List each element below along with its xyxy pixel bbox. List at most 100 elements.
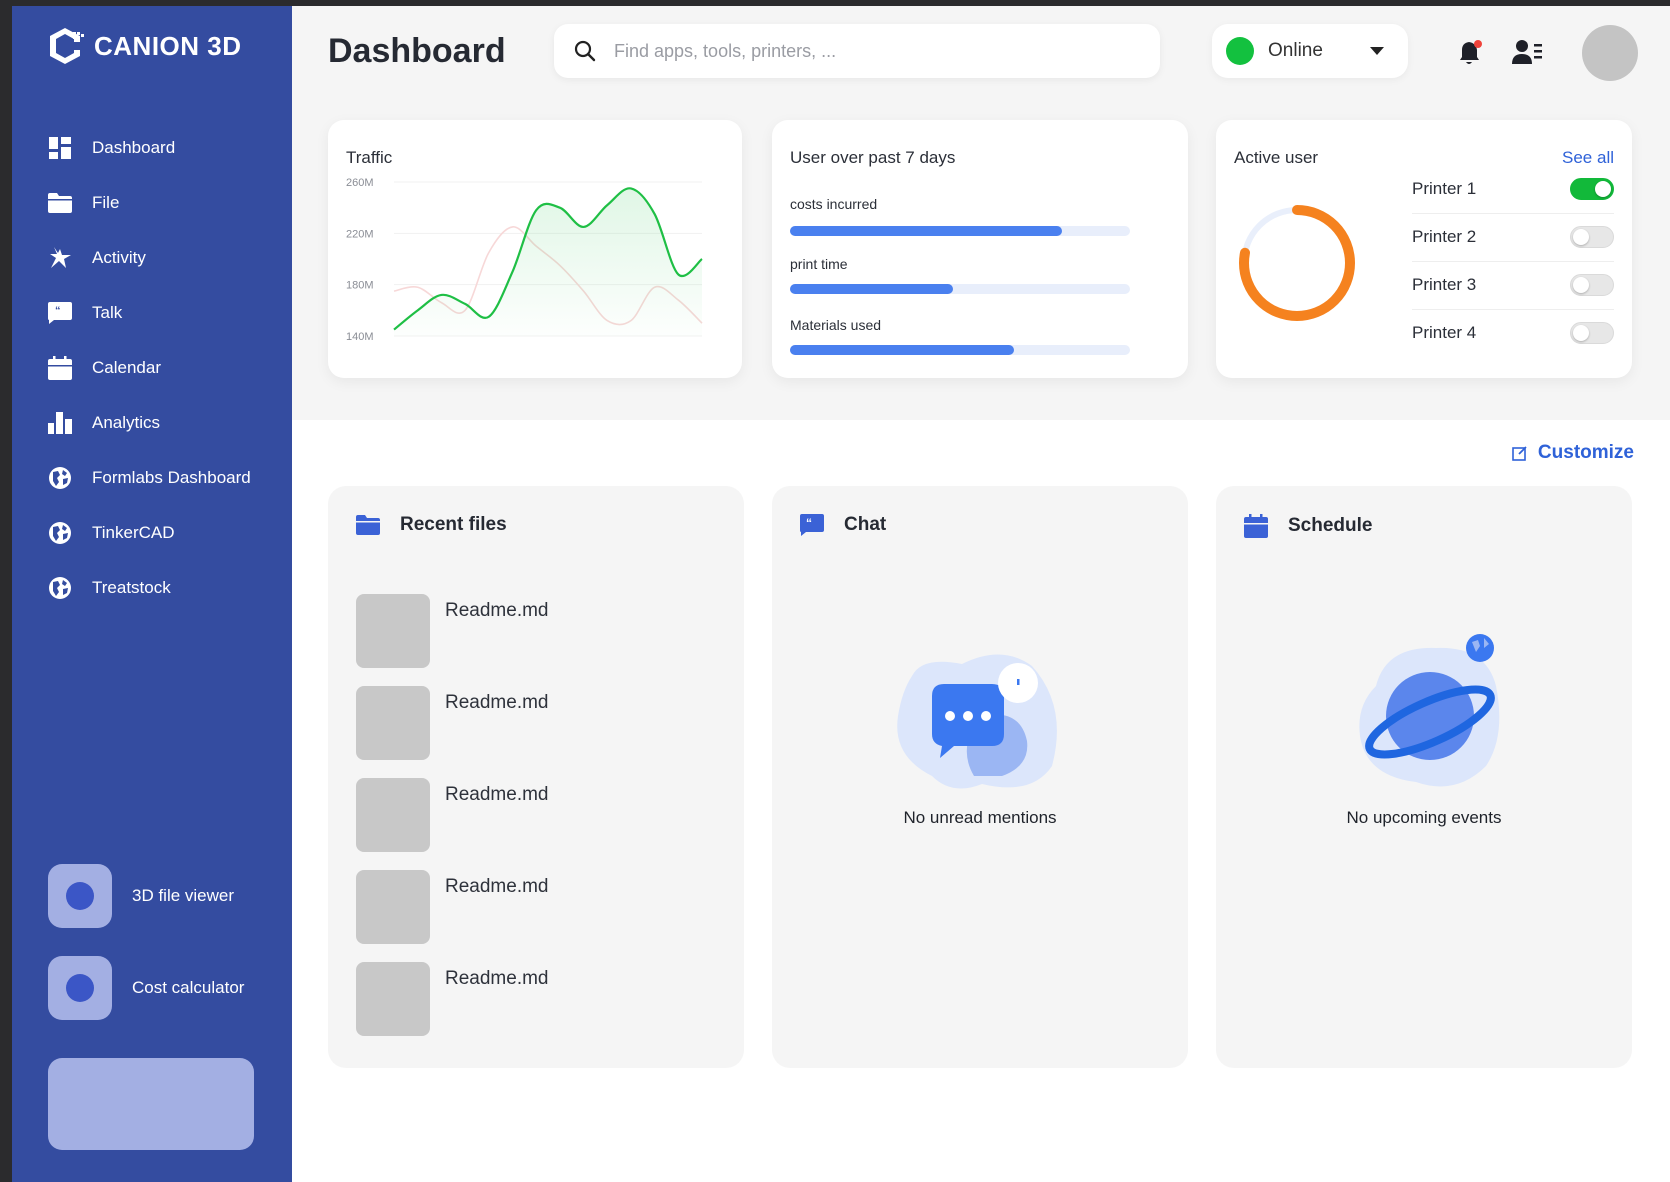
chat-title: Chat <box>844 514 887 535</box>
file-row[interactable]: Readme.md <box>356 870 716 944</box>
sidebar-item-label: Calendar <box>92 357 161 377</box>
file-name: Readme.md <box>445 876 549 897</box>
file-name: Readme.md <box>445 968 549 989</box>
progress-fill-costs <box>790 226 1062 236</box>
user-avatar[interactable] <box>1582 25 1638 81</box>
progress-track-print-time <box>790 284 1130 294</box>
y-tick-label: 220M <box>346 228 374 240</box>
printer-2-toggle[interactable] <box>1570 225 1614 248</box>
tool-dot-icon <box>66 974 94 1002</box>
y-tick-label: 260M <box>346 177 374 189</box>
sidebar-item-label: TinkerCAD <box>92 522 175 542</box>
globe-icon <box>48 576 72 600</box>
toggle-knob <box>1595 180 1611 197</box>
tool-cost-calculator[interactable]: Cost calculator <box>48 956 244 1020</box>
notification-bell-icon[interactable] <box>1456 38 1484 68</box>
file-thumbnail <box>356 962 430 1036</box>
schedule-panel: Schedule No upcoming events <box>1216 486 1632 1068</box>
printer-row-4: Printer 4 <box>1412 308 1614 358</box>
sidebar-nav: Dashboard File Activity “ Talk Calendar … <box>48 120 288 615</box>
customize-label: Customize <box>1537 442 1634 463</box>
active-user-title: Active user <box>1234 148 1319 167</box>
chat-quote-icon: “ <box>800 514 824 536</box>
printer-3-toggle[interactable] <box>1570 273 1614 296</box>
sidebar: CANION 3D Dashboard File Activity “ Talk… <box>12 6 292 1182</box>
recent-files-header: Recent files <box>356 514 507 536</box>
calendar-icon <box>48 355 72 380</box>
sidebar-item-calendar[interactable]: Calendar <box>48 340 288 395</box>
search-input[interactable] <box>614 40 1134 62</box>
schedule-title: Schedule <box>1288 515 1373 536</box>
globe-icon <box>48 466 72 490</box>
app-frame: CANION 3D Dashboard File Activity “ Talk… <box>12 6 1670 1182</box>
customize-button[interactable]: Customize <box>1512 442 1634 464</box>
sidebar-item-tinkercad[interactable]: TinkerCAD <box>48 505 288 560</box>
brand-logo[interactable]: CANION 3D <box>46 26 242 66</box>
recent-files-panel: Recent files Readme.md Readme.md Readme.… <box>328 486 744 1068</box>
active-user-card: Active user See all Printer 1 Printer 2 … <box>1216 120 1632 378</box>
schedule-header: Schedule <box>1244 514 1372 538</box>
file-row[interactable]: Readme.md <box>356 778 716 852</box>
y-tick-label: 180M <box>346 280 374 292</box>
page-title: Dashboard <box>328 32 506 70</box>
bar-label-costs: costs incurred <box>790 196 878 212</box>
printer-row-1: Printer 1 <box>1412 164 1614 214</box>
schedule-empty-text: No upcoming events <box>1346 808 1502 827</box>
printer-1-toggle[interactable] <box>1570 177 1614 200</box>
status-dropdown[interactable]: Online <box>1212 24 1408 78</box>
dashboard-grid-icon <box>48 136 72 160</box>
progress-fill-materials <box>790 345 1015 355</box>
chat-header: “ Chat <box>800 514 886 536</box>
sidebar-item-formlabs-dashboard[interactable]: Formlabs Dashboard <box>48 450 288 505</box>
traffic-chart: 260M 220M 180M 140M <box>346 177 703 343</box>
file-row[interactable]: Readme.md <box>356 962 716 1036</box>
search-icon <box>574 40 596 62</box>
y-tick-label: 140M <box>346 331 374 343</box>
sidebar-promo-card[interactable] <box>48 1058 254 1150</box>
printer-label: Printer 4 <box>1412 323 1477 342</box>
sidebar-item-dashboard[interactable]: Dashboard <box>48 120 288 175</box>
sidebar-item-talk[interactable]: “ Talk <box>48 285 288 340</box>
chat-panel: “ Chat No unread mentions <box>772 486 1188 1068</box>
sidebar-item-file[interactable]: File <box>48 175 288 230</box>
bar-label-print-time: print time <box>790 256 848 272</box>
sidebar-item-label: Analytics <box>92 412 161 432</box>
tool-label: Cost calculator <box>132 978 245 997</box>
chat-empty-illustration <box>897 654 1057 789</box>
status-label: Online <box>1268 40 1323 61</box>
printer-row-3: Printer 3 <box>1412 260 1614 310</box>
bar-label-materials: Materials used <box>790 317 882 333</box>
file-thumbnail <box>356 686 430 760</box>
top-section: Dashboard Online <box>292 6 1670 420</box>
caret-down-icon <box>1370 47 1384 55</box>
file-row[interactable]: Readme.md <box>356 686 716 760</box>
bar-chart-icon <box>48 411 72 435</box>
svg-text:“: “ <box>806 516 812 530</box>
toggle-knob <box>1573 325 1589 341</box>
toggle-knob <box>1573 276 1589 293</box>
traffic-card: Traffic 260M 220M 180M 140M <box>328 120 742 378</box>
chat-empty-text: No unread mentions <box>903 808 1057 827</box>
file-thumbnail <box>356 778 430 852</box>
app-window: CANION 3D Dashboard File Activity “ Talk… <box>0 0 1670 1182</box>
progress-track-materials <box>790 345 1130 355</box>
folder-icon <box>356 515 380 535</box>
star-burst-icon <box>48 246 72 270</box>
sidebar-item-label: File <box>92 192 120 212</box>
progress-fill-print-time <box>790 284 954 294</box>
edit-square-icon <box>1512 446 1527 461</box>
tool-dot-icon <box>66 882 94 910</box>
search-bar[interactable] <box>554 24 1160 78</box>
tool-3d-file-viewer[interactable]: 3D file viewer <box>48 864 234 928</box>
chat-quote-icon: “ <box>48 301 72 325</box>
toggle-knob <box>1573 228 1589 245</box>
file-name: Readme.md <box>445 692 549 713</box>
sidebar-item-analytics[interactable]: Analytics <box>48 395 288 450</box>
file-row[interactable]: Readme.md <box>356 594 716 668</box>
status-online-dot <box>1226 37 1254 65</box>
sidebar-item-activity[interactable]: Activity <box>48 230 288 285</box>
printer-4-toggle[interactable] <box>1570 322 1614 344</box>
sidebar-item-treatstock[interactable]: Treatstock <box>48 560 288 615</box>
sidebar-item-label: Treatstock <box>92 577 171 597</box>
user-list-icon[interactable] <box>1512 38 1542 66</box>
